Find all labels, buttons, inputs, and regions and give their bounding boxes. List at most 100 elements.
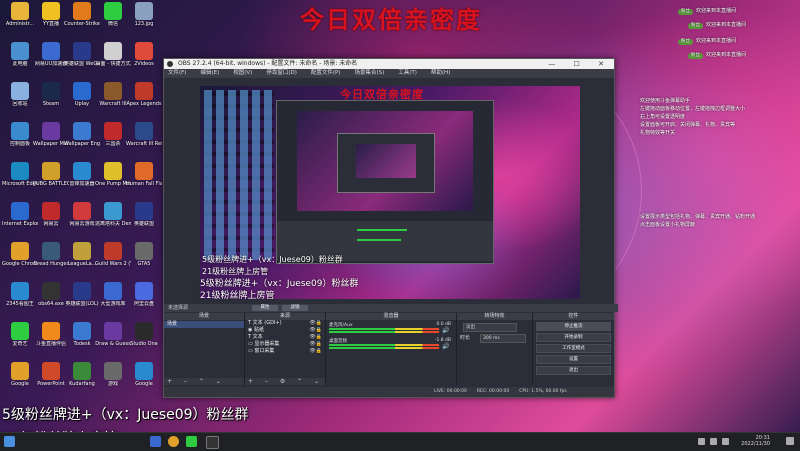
desktop-icon[interactable]: 英雄联盟 <box>126 202 162 242</box>
obs-window[interactable]: OBS 27.2.4 (64-bit, windows) - 配置文件: 未命名… <box>163 58 618 398</box>
app-icon <box>11 362 29 380</box>
transitions-dock: 转场特效 淡出 时长 300 ms <box>457 313 533 385</box>
source-label: 文本 <box>252 334 263 340</box>
desktop-icon[interactable]: Human Fall Flat <box>126 162 162 202</box>
volume-slider[interactable] <box>329 331 439 333</box>
file-explorer-icon[interactable] <box>150 436 161 447</box>
visibility-icon[interactable]: 👁🔒 <box>309 327 322 334</box>
desktop-icon[interactable]: GTA5 <box>126 242 162 282</box>
desktop-icon[interactable]: 2Videos <box>126 42 162 82</box>
obs-logo-icon <box>167 61 173 67</box>
control-button[interactable]: 开始录制 <box>536 333 611 342</box>
source-item[interactable]: ◉ 贴纸 👁🔒 <box>245 327 325 334</box>
menu-item[interactable]: 工具(T) <box>398 70 417 76</box>
control-button[interactable]: 退出 <box>536 366 611 375</box>
app-icon <box>11 242 29 260</box>
source-toolbar: 未选择源 属性 滤镜 <box>164 304 618 312</box>
visibility-icon[interactable]: 👁🔒 <box>309 334 322 341</box>
speaker-icon[interactable]: 🔊 <box>442 327 452 334</box>
clock-date: 2022/11/30 <box>741 441 770 447</box>
tray-input-icon[interactable] <box>722 438 729 445</box>
wechat-icon[interactable] <box>186 436 197 447</box>
desktop-icon-label: Studio One <box>130 341 158 347</box>
preview-desktop-icons <box>204 90 274 260</box>
tray-clock[interactable]: 20:31 2022/11/30 <box>741 435 770 447</box>
app-icon <box>104 162 122 180</box>
fan-badge: 粉丝 <box>688 23 703 29</box>
app-icon <box>11 2 29 20</box>
menu-item[interactable]: 编辑(E) <box>200 70 219 76</box>
source-item[interactable]: ▭ 窗口采集 👁🔒 <box>245 348 325 355</box>
desktop-icon[interactable]: 123.jpg <box>126 2 162 42</box>
menu-item[interactable]: 视图(V) <box>233 70 252 76</box>
duration-input[interactable]: 300 ms <box>480 334 526 343</box>
sources-toolbar[interactable]: + – ⚙ ⌃ ⌄ <box>245 378 325 385</box>
app-icon <box>11 202 29 220</box>
window-controls[interactable]: — ☐ ✕ <box>548 59 612 69</box>
app-icon <box>11 82 29 100</box>
app-icon <box>135 162 153 180</box>
desktop-icon-label: GTA5 <box>137 261 151 267</box>
app-icon <box>135 202 153 220</box>
mixer-channel[interactable]: 麦克风/Aux 0.0 dB 🔊 <box>329 322 453 336</box>
nested-obs-window <box>337 133 435 193</box>
scenes-header: 场景 <box>164 313 244 320</box>
menu-item[interactable]: 文件(F) <box>168 70 186 76</box>
taskbar: 20:31 2022/11/30 <box>0 432 800 451</box>
volume-meter <box>329 328 439 330</box>
obs-title-bar[interactable]: OBS 27.2.4 (64-bit, windows) - 配置文件: 未命名… <box>164 59 614 69</box>
desktop-icon[interactable]: Google <box>126 362 162 402</box>
menu-item[interactable]: 配置文件(P) <box>311 70 341 76</box>
control-button[interactable]: 工作室模式 <box>536 344 611 353</box>
start-button-icon[interactable] <box>4 436 15 447</box>
desktop-icon-label: Google <box>135 381 153 387</box>
menu-item[interactable]: 帮助(H) <box>431 70 450 76</box>
chrome-icon[interactable] <box>168 436 179 447</box>
menu-item[interactable]: 停靠窗口(D) <box>266 70 297 76</box>
app-icon <box>11 122 29 140</box>
app-icon <box>73 242 91 260</box>
scene-item[interactable]: 场景 <box>164 321 244 328</box>
app-icon <box>135 322 153 340</box>
mixer-channel[interactable]: 桌面音频 -1.8 dB 🔊 <box>329 338 453 352</box>
control-button[interactable]: 设置 <box>536 355 611 364</box>
duration-label: 时长 <box>460 335 471 341</box>
sources-dock: 来源 T 文本 (GDI+) 👁🔒 ◉ 贴纸 👁🔒 T 文本 👁🔒 ▭ 显示器采集 👁🔒 ▭ 窗… <box>245 313 326 385</box>
tray-volume-icon[interactable] <box>710 438 717 445</box>
scenes-toolbar[interactable]: + – ⌃ ⌄ <box>164 378 244 385</box>
control-button[interactable]: 停止推流 <box>536 322 611 331</box>
chat-notice-line: 点击面板设置小礼物屏蔽 <box>640 222 696 228</box>
visibility-icon[interactable]: 👁🔒 <box>309 348 322 355</box>
app-icon <box>135 2 153 20</box>
obs-taskbar-icon[interactable] <box>206 436 219 449</box>
notification-icon[interactable] <box>786 437 794 445</box>
app-icon <box>73 202 91 220</box>
desktop-icon[interactable]: Warcraft III Reforged <box>126 122 162 162</box>
visibility-icon[interactable]: 👁🔒 <box>309 341 322 348</box>
visibility-icon[interactable]: 👁🔒 <box>309 320 322 327</box>
source-item[interactable]: ▭ 显示器采集 👁🔒 <box>245 341 325 348</box>
source-item[interactable]: T 文本 (GDI+) 👁🔒 <box>245 320 325 327</box>
source-item[interactable]: T 文本 👁🔒 <box>245 334 325 341</box>
obs-preview[interactable]: 今日双倍亲密度 5级粉丝牌进+（vx：Juese09）粉丝群 21级粉丝牌上房管 <box>200 86 580 299</box>
transition-type-select[interactable]: 淡出 <box>463 323 517 332</box>
app-icon <box>104 202 122 220</box>
properties-button[interactable]: 属性 <box>252 305 278 311</box>
app-icon <box>104 2 122 20</box>
desktop-icon[interactable]: Studio One <box>126 322 162 362</box>
chat-notice-line: 设置面板可开启、关闭弹幕、礼物、贵宾等 <box>640 122 736 128</box>
desktop-icon[interactable]: Apex Legends <box>126 82 162 122</box>
app-icon <box>73 82 91 100</box>
app-icon <box>42 282 60 300</box>
desktop-icon[interactable]: 阿里云盘 <box>126 282 162 322</box>
app-icon <box>135 42 153 60</box>
top-banner-text: 今日双倍亲密度 <box>300 5 482 34</box>
filters-button[interactable]: 滤镜 <box>282 305 308 311</box>
volume-slider[interactable] <box>329 347 439 349</box>
menu-item[interactable]: 场景集合(S) <box>354 70 384 76</box>
app-icon <box>104 282 122 300</box>
chat-welcome-line: 粉丝 欢迎来到本直播间 <box>678 38 736 45</box>
danmaku-chat-panel[interactable]: 粉丝 欢迎来到本直播间 粉丝 欢迎来到本直播间 粉丝 欢迎来到本直播间 粉丝 欢迎来到本直播间… <box>638 0 800 250</box>
speaker-icon[interactable]: 🔊 <box>442 343 452 350</box>
tray-network-icon[interactable] <box>698 438 705 445</box>
